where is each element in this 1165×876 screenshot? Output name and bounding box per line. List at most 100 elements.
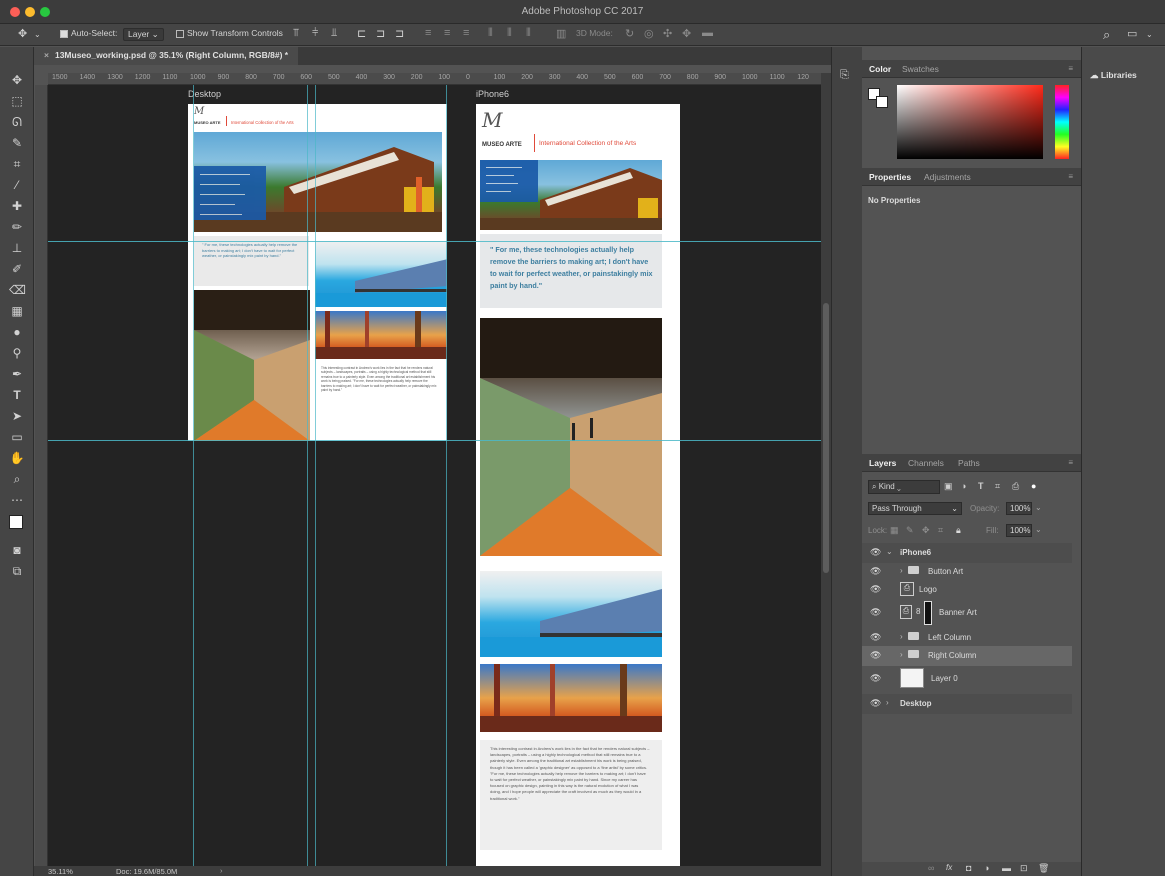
brush-tool-icon[interactable]: ✏ [9, 219, 25, 235]
align-bottom-icon[interactable]: ⫫ [331, 27, 337, 40]
hue-slider[interactable] [1055, 85, 1069, 159]
align-horizontal-center-icon[interactable]: ⊐ [376, 27, 385, 40]
link-layers-icon[interactable]: ∞ [928, 863, 934, 873]
tab-layers[interactable]: Layers [869, 458, 896, 468]
layer-mask-thumbnail[interactable] [924, 601, 932, 625]
background-color-chip[interactable] [876, 96, 888, 108]
auto-select-target-dropdown[interactable]: Layer ⌄ [123, 28, 164, 41]
lock-image-icon[interactable]: ✎ [906, 525, 914, 536]
vertical-ruler[interactable] [35, 85, 48, 866]
lock-all-icon[interactable]: 🔒︎ [956, 525, 961, 536]
quick-selection-tool-icon[interactable]: ✎ [9, 135, 25, 151]
visibility-eye-icon[interactable]: 👁︎ [870, 607, 881, 618]
3d-scale-icon[interactable]: ▬ [702, 27, 713, 39]
expand-arrow-icon[interactable]: › [900, 632, 903, 641]
move-tool-icon[interactable]: ✥ [18, 27, 27, 40]
guide-horizontal[interactable] [48, 440, 821, 441]
workspace-icon[interactable]: ▭ [1127, 27, 1137, 40]
distribute-left-icon[interactable]: ⦀ [488, 27, 493, 40]
tab-paths[interactable]: Paths [958, 458, 980, 468]
layer-row-right-column[interactable]: 👁︎ › Right Column [862, 646, 1072, 666]
3d-rotate-icon[interactable]: ↻ [625, 27, 634, 40]
tab-channels[interactable]: Channels [908, 458, 944, 468]
visibility-eye-icon[interactable]: 👁︎ [870, 632, 881, 643]
tab-adjustments[interactable]: Adjustments [924, 172, 971, 182]
filter-toggle-icon[interactable]: ● [1031, 481, 1036, 491]
move-tool-icon[interactable]: ✥ [9, 72, 25, 88]
status-menu-arrow-icon[interactable]: › [220, 866, 223, 875]
panel-menu-icon[interactable]: ≡ [1068, 64, 1073, 73]
layer-style-icon[interactable]: fx [946, 863, 952, 872]
zoom-level[interactable]: 35.11% [48, 867, 73, 876]
align-top-icon[interactable]: ⫪ [293, 27, 299, 40]
layer-row-button-art[interactable]: 👁︎ › Button Art [862, 562, 1072, 582]
blend-mode-dropdown[interactable]: Pass Through ⌄ [868, 502, 962, 515]
distribute-right-icon[interactable]: ⦀ [526, 27, 531, 40]
visibility-eye-icon[interactable]: 👁︎ [870, 650, 881, 661]
gradient-tool-icon[interactable]: ▦ [9, 303, 25, 319]
clone-stamp-tool-icon[interactable]: ⊥ [9, 240, 25, 256]
expand-arrow-icon[interactable]: › [900, 650, 903, 659]
distribute-top-icon[interactable]: ≡ [425, 27, 431, 39]
tab-swatches[interactable]: Swatches [902, 64, 939, 74]
color-field[interactable] [897, 85, 1043, 159]
new-layer-icon[interactable]: ⊡ [1020, 863, 1028, 874]
lock-position-icon[interactable]: ✥ [922, 525, 930, 536]
canvas-vertical-scrollbar[interactable] [821, 73, 831, 866]
guide-vertical[interactable] [315, 85, 316, 866]
layer-row-banner-art[interactable]: 👁︎ ⎙ 8 Banner Art [862, 601, 1072, 625]
visibility-eye-icon[interactable]: 👁︎ [870, 698, 881, 709]
opacity-input[interactable]: 100% [1006, 502, 1032, 515]
layer-row-iphone6[interactable]: 👁︎ ⌄ iPhone6 [862, 543, 1072, 563]
align-right-icon[interactable]: ⊐ [395, 27, 404, 40]
auto-select-checkbox[interactable]: Auto-Select: [60, 28, 117, 38]
tool-preset-dropdown-icon[interactable]: ⌄ [34, 30, 41, 39]
fill-input[interactable]: 100% [1006, 524, 1032, 537]
guide-vertical[interactable] [307, 85, 308, 866]
distribute-bottom-icon[interactable]: ≡ [463, 27, 469, 39]
close-document-icon[interactable]: × [44, 50, 49, 60]
hand-tool-icon[interactable]: ✋ [9, 450, 25, 466]
visibility-eye-icon[interactable]: 👁︎ [870, 547, 881, 558]
crop-tool-icon[interactable]: ⌗ [9, 156, 25, 172]
visibility-eye-icon[interactable]: 👁︎ [870, 673, 881, 684]
pen-tool-icon[interactable]: ✒ [9, 366, 25, 382]
layer-row-layer-0[interactable]: 👁︎ Layer 0 [862, 666, 1072, 692]
layer-row-logo[interactable]: 👁︎ ⎙ Logo [862, 580, 1072, 600]
filter-type-icon[interactable]: T [978, 481, 984, 491]
new-group-icon[interactable]: ▬ [1002, 863, 1011, 873]
distribute-hcenter-icon[interactable]: ⦀ [507, 27, 512, 40]
filter-shape-icon[interactable]: ⌗ [995, 481, 1000, 492]
guide-vertical[interactable] [446, 85, 447, 866]
filter-smart-object-icon[interactable]: ⎙ [1012, 481, 1019, 492]
history-panel-icon[interactable]: ⎘ [840, 69, 849, 82]
blur-tool-icon[interactable]: ● [9, 324, 25, 340]
visibility-eye-icon[interactable]: 👁︎ [870, 584, 881, 595]
expand-arrow-icon[interactable]: › [900, 566, 903, 575]
iphone-artboard[interactable]: M MUSEO ARTE International Collection of… [476, 104, 680, 866]
auto-align-icon[interactable]: ▥ [556, 27, 566, 40]
layer-row-left-column[interactable]: 👁︎ › Left Column [862, 628, 1072, 648]
expand-arrow-icon[interactable]: › [886, 698, 889, 707]
3d-roll-icon[interactable]: ◎ [644, 27, 654, 40]
visibility-eye-icon[interactable]: 👁︎ [870, 566, 881, 577]
marquee-tool-icon[interactable]: ⬚ [9, 93, 25, 109]
healing-brush-tool-icon[interactable]: ✚ [9, 198, 25, 214]
horizontal-ruler[interactable]: 1500 1400 1300 1200 1100 1000 900 800 700 600 500 4… [48, 73, 821, 85]
tab-properties[interactable]: Properties [869, 172, 911, 182]
path-selection-tool-icon[interactable]: ➤ [9, 408, 25, 424]
iphone-nav-menu[interactable] [480, 160, 538, 202]
filter-pixel-icon[interactable]: ▣ [944, 481, 953, 492]
tab-color[interactable]: Color [869, 64, 891, 74]
align-left-icon[interactable]: ⊏ [357, 27, 366, 40]
scrollbar-thumb[interactable] [823, 303, 829, 573]
eraser-tool-icon[interactable]: ⌫ [9, 282, 26, 298]
document-tab[interactable]: × 13Museo_working.psd @ 35.1% (Right Colu… [34, 47, 299, 65]
delete-layer-icon[interactable]: 🗑︎ [1038, 863, 1049, 874]
expand-arrow-icon[interactable]: ⌄ [886, 547, 893, 556]
add-mask-icon[interactable]: ◘ [966, 863, 971, 873]
desktop-nav-menu[interactable] [194, 166, 266, 220]
workspace-dropdown-icon[interactable]: ⌄ [1146, 30, 1153, 39]
lasso-tool-icon[interactable]: ᘏ [9, 114, 25, 130]
distribute-center-icon[interactable]: ≡ [444, 27, 450, 39]
